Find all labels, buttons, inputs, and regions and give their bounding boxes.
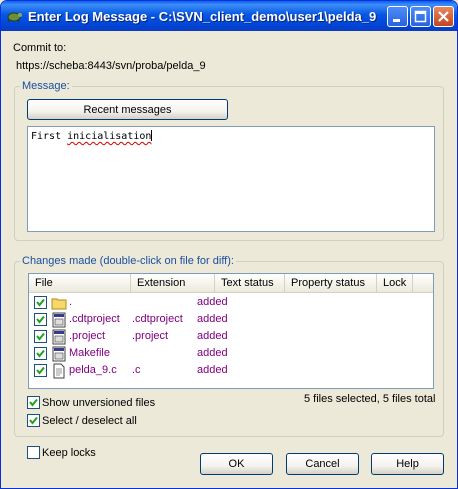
message-input[interactable]: First inicialisation (27, 126, 435, 232)
minimize-icon (393, 19, 400, 22)
folder-icon (51, 298, 67, 310)
file-extension: .c (132, 364, 141, 376)
file-text-status: added (197, 296, 228, 308)
file-name: Makefile (69, 347, 110, 359)
cancel-button[interactable]: Cancel (286, 453, 359, 475)
column-file[interactable]: File (29, 274, 131, 293)
recent-messages-label: Recent messages (83, 103, 172, 116)
table-row[interactable]: .project .project added (29, 328, 433, 345)
file-name: .project (69, 330, 106, 342)
ok-button[interactable]: OK (200, 453, 273, 475)
checkmark-icon (36, 349, 45, 358)
table-row[interactable]: Makefile added (29, 345, 433, 362)
close-button[interactable] (433, 6, 454, 27)
cancel-label: Cancel (305, 458, 340, 470)
file-name: . (69, 296, 73, 308)
column-property-status[interactable]: Property status (285, 274, 377, 293)
text-caret (151, 130, 153, 141)
files-summary: 5 files selected, 5 files total (304, 393, 436, 405)
message-group-label: Message: (20, 80, 72, 92)
select-all-label[interactable]: Select / deselect all (42, 415, 137, 427)
checkmark-icon (29, 398, 38, 407)
log-message-dialog: Enter Log Message - C:\SVN_client_demo\u… (0, 0, 458, 489)
file-checkbox[interactable] (34, 364, 47, 377)
file-checkbox[interactable] (34, 330, 47, 343)
file-text-status: added (197, 347, 228, 359)
file-text-status: added (197, 330, 228, 342)
file-checkbox[interactable] (34, 347, 47, 360)
checkmark-icon (36, 366, 45, 375)
close-icon (438, 11, 449, 22)
minimize-button[interactable] (387, 6, 408, 27)
help-button[interactable]: Help (371, 453, 444, 475)
table-row[interactable]: . added (29, 294, 433, 311)
column-lock[interactable]: Lock (377, 274, 413, 293)
file-extension: .project (132, 330, 169, 342)
file-name: .cdtproject (69, 313, 120, 325)
ok-label: OK (228, 458, 245, 470)
file-list-header: File Extension Text status Property stat… (29, 274, 433, 293)
message-text-misspelled-word: inicialisation (67, 131, 152, 142)
changes-group-label: Changes made (double-click on file for d… (20, 255, 236, 267)
maximize-icon (414, 10, 427, 23)
keep-locks-checkbox[interactable] (27, 446, 40, 459)
table-row[interactable]: .cdtproject .cdtproject added (29, 311, 433, 328)
file-text-status: added (197, 364, 228, 376)
message-text-word: First (31, 131, 68, 142)
column-text-status[interactable]: Text status (215, 274, 285, 293)
show-unversioned-checkbox[interactable] (27, 396, 40, 409)
help-label: Help (396, 458, 419, 470)
title-bar[interactable]: Enter Log Message - C:\SVN_client_demo\u… (1, 1, 457, 31)
file-icon (52, 346, 66, 362)
select-all-checkbox[interactable] (27, 414, 40, 427)
show-unversioned-label[interactable]: Show unversioned files (42, 397, 155, 409)
text-file-icon (53, 363, 65, 379)
table-row[interactable]: pelda_9.c .c added (29, 362, 433, 379)
file-extension: .cdtproject (132, 313, 183, 325)
changes-file-list[interactable]: File Extension Text status Property stat… (28, 273, 434, 389)
checkmark-icon (36, 298, 45, 307)
checkmark-icon (36, 315, 45, 324)
checkmark-icon (29, 416, 38, 425)
recent-messages-button[interactable]: Recent messages (27, 99, 228, 120)
repository-url: https://scheba:8443/svn/proba/pelda_9 (16, 60, 206, 72)
file-name: pelda_9.c (69, 364, 117, 376)
file-checkbox[interactable] (34, 313, 47, 326)
commit-to-label: Commit to: (13, 42, 67, 54)
tortoise-icon (7, 12, 22, 23)
file-text-status: added (197, 313, 228, 325)
file-icon (52, 312, 66, 328)
maximize-button[interactable] (410, 6, 431, 27)
column-extension[interactable]: Extension (131, 274, 215, 293)
file-checkbox[interactable] (34, 296, 47, 309)
window-title: Enter Log Message - C:\SVN_client_demo\u… (28, 9, 377, 24)
file-icon (52, 329, 66, 345)
checkmark-icon (36, 332, 45, 341)
keep-locks-label[interactable]: Keep locks (42, 447, 96, 459)
